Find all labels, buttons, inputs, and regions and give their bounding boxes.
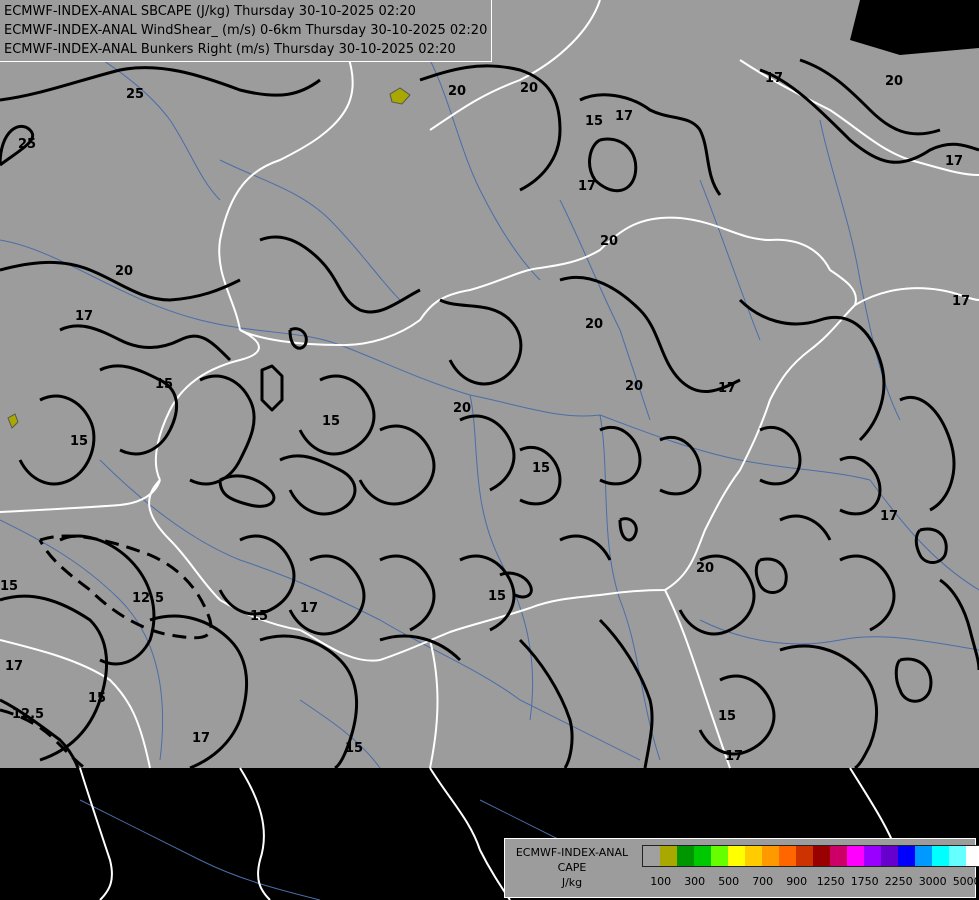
contour-label: 15 [322, 414, 340, 429]
contour-label: 20 [115, 264, 133, 279]
legend-swatch [694, 846, 711, 866]
contour-label: 20 [600, 234, 618, 249]
legend-swatch [660, 846, 677, 866]
legend-tick-label: 2250 [884, 875, 913, 888]
legend-title-field: CAPE [557, 861, 587, 874]
legend-swatch [966, 846, 979, 866]
contour-label: 15 [585, 114, 603, 129]
legend-tick-label: 3000 [918, 875, 947, 888]
contour-label: 15 [155, 377, 173, 392]
header-sbcape-line: ECMWF-INDEX-ANAL SBCAPE (J/kg) Thursday … [4, 4, 416, 19]
legend-title-model: ECMWF-INDEX-ANAL [515, 846, 629, 859]
contour-label: 17 [880, 509, 898, 524]
legend-swatch [643, 846, 660, 866]
legend-tick-label: 1250 [816, 875, 845, 888]
legend-tick-label: 1750 [850, 875, 879, 888]
legend-swatch [864, 846, 881, 866]
legend-swatch [898, 846, 915, 866]
contour-label: 20 [520, 81, 538, 96]
contour-label: 17 [578, 179, 596, 194]
cape-legend: ECMWF-INDEX-ANAL CAPE J/kg 100 300 500 700 9… [504, 838, 979, 898]
legend-swatch [762, 846, 779, 866]
contour-label: 17 [945, 154, 963, 169]
header-windshear-line: ECMWF-INDEX-ANAL WindShear_ (m/s) 0-6km … [4, 23, 488, 38]
contour-label: 15 [88, 691, 106, 706]
legend-tick-label: 900 [786, 875, 808, 888]
legend-swatch [949, 846, 966, 866]
contour-label: 20 [885, 74, 903, 89]
contour-label: 17 [192, 731, 210, 746]
contour-label: 20 [696, 561, 714, 576]
legend-swatch [847, 846, 864, 866]
legend-tick-label: 100 [650, 875, 672, 888]
legend-tick-label: 5000 [952, 875, 979, 888]
legend-title: ECMWF-INDEX-ANAL CAPE J/kg [505, 845, 639, 890]
contour-label: 20 [453, 401, 471, 416]
contour-label: 15 [250, 609, 268, 624]
contour-label: 20 [585, 317, 603, 332]
contour-label: 17 [952, 294, 970, 309]
contour-label: 20 [448, 84, 466, 99]
legend-swatch [813, 846, 830, 866]
legend-swatch [677, 846, 694, 866]
legend-tick-labels: 100 300 500 700 900 1250 1750 2250 3000 5000 [642, 875, 979, 891]
contour-label: 17 [725, 749, 743, 764]
contour-label: 15 [345, 741, 363, 756]
legend-swatch [796, 846, 813, 866]
legend-swatch [728, 846, 745, 866]
contour-label: 12.5 [12, 707, 44, 722]
contour-label: 17 [75, 309, 93, 324]
legend-tick-label: 300 [684, 875, 706, 888]
contour-label: 15 [0, 579, 18, 594]
contour-label: 17 [5, 659, 23, 674]
weather-map: 25 25 20 20 17 20 15 17 17 20 17 20 17 2… [0, 0, 979, 900]
contour-label: 17 [718, 381, 736, 396]
legend-tick-label: 500 [718, 875, 740, 888]
legend-swatch [711, 846, 728, 866]
legend-swatch [881, 846, 898, 866]
contour-label: 17 [615, 109, 633, 124]
legend-swatch [830, 846, 847, 866]
header-bunkers-line: ECMWF-INDEX-ANAL Bunkers Right (m/s) Thu… [4, 42, 456, 57]
contour-label: 15 [488, 589, 506, 604]
legend-color-scale [642, 845, 979, 867]
legend-swatch [915, 846, 932, 866]
contour-label: 20 [625, 379, 643, 394]
map-header: ECMWF-INDEX-ANAL SBCAPE (J/kg) Thursday … [0, 0, 493, 62]
contour-label: 12.5 [132, 591, 164, 606]
contour-label: 25 [18, 137, 36, 152]
contour-label: 15 [70, 434, 88, 449]
legend-swatch [932, 846, 949, 866]
contour-label: 15 [532, 461, 550, 476]
legend-swatch [779, 846, 796, 866]
contour-label: 15 [718, 709, 736, 724]
contour-label: 17 [300, 601, 318, 616]
legend-swatch [745, 846, 762, 866]
legend-title-unit: J/kg [561, 876, 583, 889]
legend-tick-label: 700 [752, 875, 774, 888]
contour-label: 17 [765, 71, 783, 86]
contour-label: 25 [126, 87, 144, 102]
